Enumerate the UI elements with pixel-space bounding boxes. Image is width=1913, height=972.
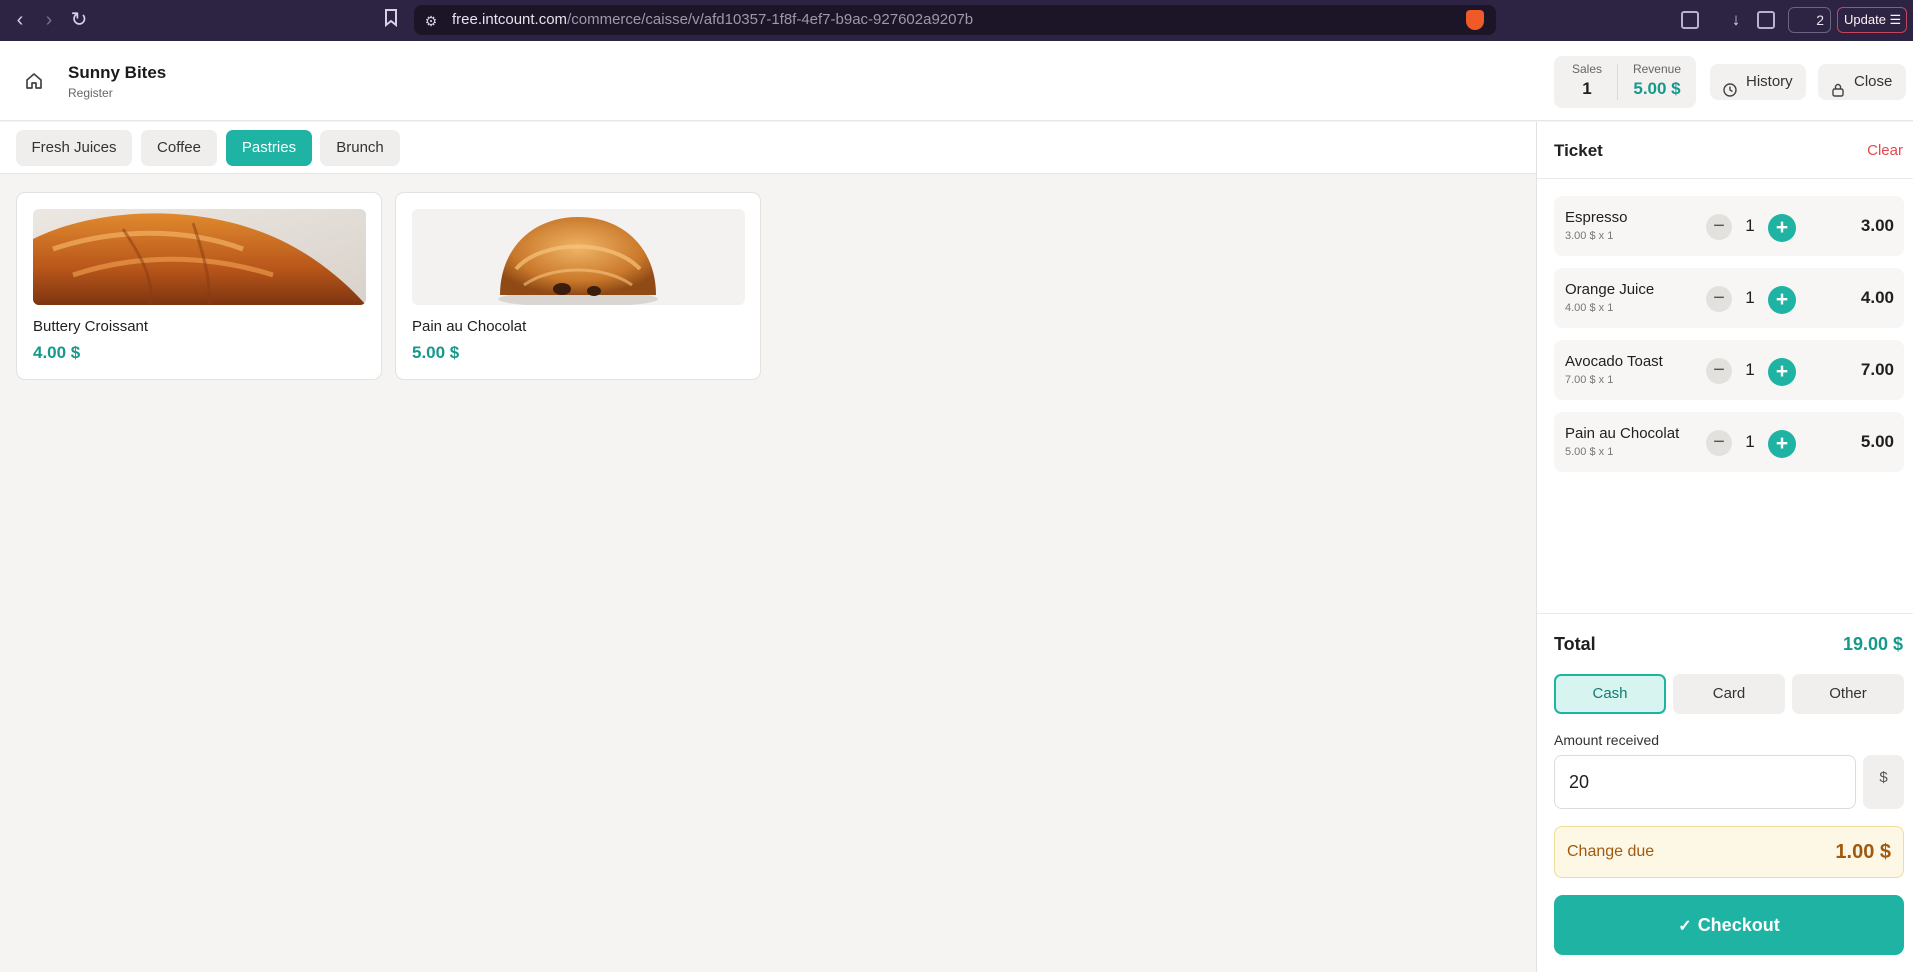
sales-label: Sales <box>1571 62 1603 76</box>
ticket-line: Espresso 3.00 $ x 1 − 1 + 3.00 <box>1554 196 1904 256</box>
category-tabs: Fresh Juices Coffee Pastries Brunch <box>0 122 1536 174</box>
close-label: Close <box>1854 73 1893 90</box>
line-item-detail: 7.00 $ x 1 <box>1565 374 1614 386</box>
increase-qty-button[interactable]: + <box>1768 286 1796 314</box>
stats-divider <box>1617 64 1618 100</box>
forward-icon[interactable]: › <box>38 9 60 31</box>
lock-icon <box>1831 75 1845 97</box>
stats-box: Sales 1 Revenue 5.00 $ <box>1554 56 1696 108</box>
history-button[interactable]: History <box>1710 64 1806 100</box>
reload-icon[interactable]: ↻ <box>68 9 90 31</box>
app-header: Sunny Bites Register Sales 1 Revenue 5.0… <box>0 41 1913 121</box>
revenue-stat: Revenue 5.00 $ <box>1624 62 1690 99</box>
amount-received-label: Amount received <box>1554 732 1660 748</box>
shop-name: Sunny Bites <box>68 63 167 82</box>
url-text[interactable]: free.intcount.com/commerce/caisse/v/afd1… <box>452 11 973 28</box>
line-item-qty: 1 <box>1745 360 1755 379</box>
revenue-label: Revenue <box>1632 62 1682 76</box>
change-due-label: Change due <box>1567 843 1655 860</box>
divider <box>1537 178 1913 179</box>
divider <box>1537 613 1913 614</box>
update-button[interactable]: Update ☰ <box>1837 7 1907 33</box>
home-icon[interactable] <box>24 71 44 91</box>
close-register-button[interactable]: Close <box>1818 64 1906 100</box>
line-item-name: Espresso <box>1565 209 1628 226</box>
extensions-button[interactable]: 2 <box>1788 7 1831 33</box>
product-price: 4.00 $ <box>33 343 81 362</box>
line-item-total: 5.00 <box>1860 432 1894 451</box>
tab-brunch[interactable]: Brunch <box>320 130 400 166</box>
bookmark-icon[interactable] <box>380 9 402 31</box>
sales-value: 1 <box>1582 79 1592 98</box>
back-icon[interactable]: ‹ <box>9 9 31 31</box>
tab-fresh-juices[interactable]: Fresh Juices <box>16 130 132 166</box>
pay-other-button[interactable]: Other <box>1792 674 1904 714</box>
line-item-qty: 1 <box>1745 216 1755 235</box>
product-card-croissant[interactable]: Buttery Croissant 4.00 $ <box>16 192 382 380</box>
line-item-total: 3.00 <box>1860 216 1894 235</box>
total-label: Total <box>1554 634 1596 654</box>
product-name: Pain au Chocolat <box>412 318 527 335</box>
currency-label: $ <box>1863 755 1904 809</box>
shop-subtitle: Register <box>68 86 113 100</box>
change-due-value: 1.00 $ <box>1835 841 1891 863</box>
total-value: 19.00 $ <box>1842 634 1903 654</box>
brave-shield-icon[interactable] <box>1466 10 1484 30</box>
ticket-line: Orange Juice 4.00 $ x 1 − 1 + 4.00 <box>1554 268 1904 328</box>
downloads-icon[interactable]: ↓ <box>1725 9 1747 31</box>
product-name: Buttery Croissant <box>33 318 149 335</box>
ticket-title: Ticket <box>1554 141 1603 160</box>
line-item-detail: 3.00 $ x 1 <box>1565 230 1614 242</box>
increase-qty-button[interactable]: + <box>1768 214 1796 242</box>
line-item-qty: 1 <box>1745 288 1755 307</box>
checkout-label: Checkout <box>1697 915 1780 935</box>
increase-qty-button[interactable]: + <box>1768 430 1796 458</box>
browser-toolbar: ‹ › ↻ ⚙ free.intcount.com/commerce/caiss… <box>0 0 1913 41</box>
line-item-name: Avocado Toast <box>1565 353 1663 370</box>
pay-cash-button[interactable]: Cash <box>1554 674 1666 714</box>
pay-card-button[interactable]: Card <box>1673 674 1785 714</box>
tab-coffee[interactable]: Coffee <box>141 130 217 166</box>
croissant-image <box>33 209 366 305</box>
clock-icon <box>1723 75 1737 97</box>
line-item-detail: 4.00 $ x 1 <box>1565 302 1614 314</box>
line-item-name: Orange Juice <box>1565 281 1655 298</box>
decrease-qty-button[interactable]: − <box>1706 214 1732 240</box>
line-item-total: 4.00 <box>1860 288 1894 307</box>
ticket-line: Pain au Chocolat 5.00 $ x 1 − 1 + 5.00 <box>1554 412 1904 472</box>
decrease-qty-button[interactable]: − <box>1706 430 1732 456</box>
checkout-button[interactable]: ✓ Checkout <box>1554 895 1904 955</box>
ticket-line: Avocado Toast 7.00 $ x 1 − 1 + 7.00 <box>1554 340 1904 400</box>
history-label: History <box>1746 73 1793 90</box>
check-icon: ✓ <box>1678 918 1692 935</box>
ticket-panel: Ticket Clear Espresso 3.00 $ x 1 − 1 + 3… <box>1536 122 1913 972</box>
pain-au-chocolat-image <box>412 209 745 305</box>
sales-stat: Sales 1 <box>1564 62 1610 99</box>
clear-ticket-button[interactable]: Clear <box>1867 142 1903 159</box>
line-item-total: 7.00 <box>1860 360 1894 379</box>
revenue-value: 5.00 $ <box>1633 79 1681 98</box>
site-info-icon[interactable]: ⚙ <box>420 10 442 32</box>
line-item-name: Pain au Chocolat <box>1565 425 1680 442</box>
amount-received-input[interactable] <box>1554 755 1856 809</box>
sidebar-icon[interactable] <box>1757 11 1775 29</box>
increase-qty-button[interactable]: + <box>1768 358 1796 386</box>
product-card-pain-au-chocolat[interactable]: Pain au Chocolat 5.00 $ <box>395 192 761 380</box>
rewards-icon[interactable] <box>1681 11 1699 29</box>
line-item-detail: 5.00 $ x 1 <box>1565 446 1614 458</box>
decrease-qty-button[interactable]: − <box>1706 286 1732 312</box>
change-due-box: Change due 1.00 $ <box>1554 826 1904 878</box>
tab-pastries[interactable]: Pastries <box>226 130 312 166</box>
decrease-qty-button[interactable]: − <box>1706 358 1732 384</box>
product-price: 5.00 $ <box>412 343 460 362</box>
line-item-qty: 1 <box>1745 432 1755 451</box>
